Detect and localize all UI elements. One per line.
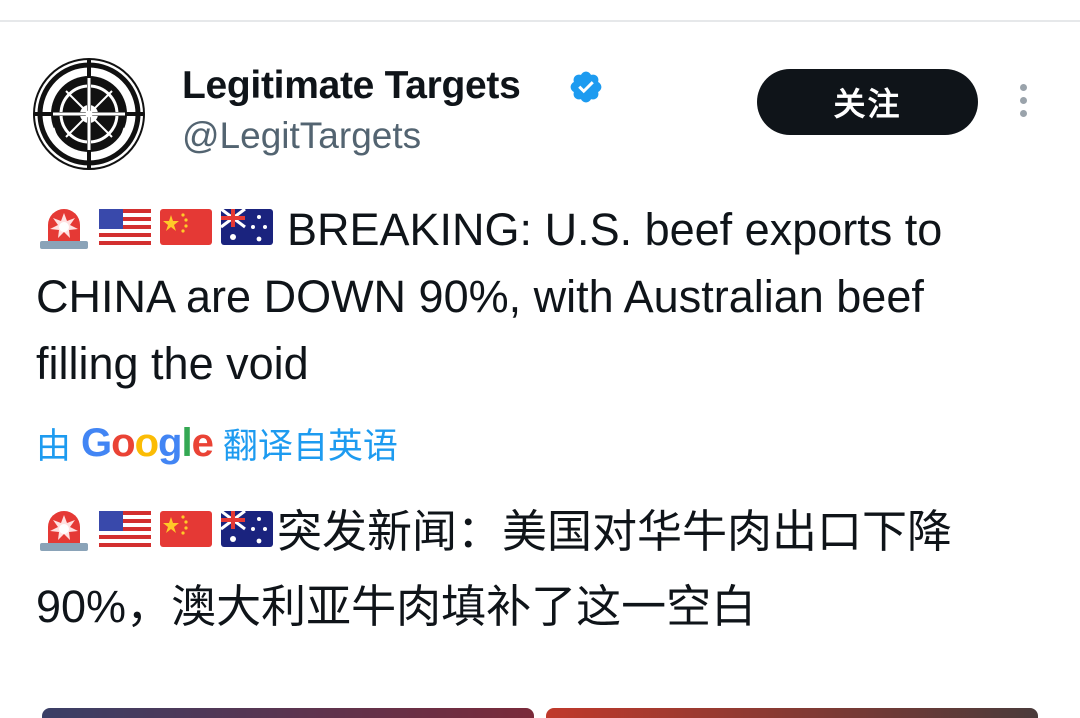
flag-cn-icon xyxy=(160,511,212,547)
police-light-icon xyxy=(40,511,88,551)
top-divider xyxy=(0,20,1080,22)
flag-us-icon xyxy=(99,511,151,547)
media-preview-left[interactable] xyxy=(42,708,534,718)
police-light-icon xyxy=(40,209,88,249)
google-logo: Google xyxy=(81,421,214,465)
avatar[interactable] xyxy=(33,58,145,170)
crosshair-wreath-emblem-icon xyxy=(33,58,145,170)
user-handle[interactable]: @LegitTargets xyxy=(182,115,421,157)
display-name[interactable]: Legitimate Targets xyxy=(182,64,521,108)
translation-suffix: 翻译自英语 xyxy=(222,427,398,466)
translation-prefix: 由 xyxy=(36,427,72,466)
media-preview-right[interactable] xyxy=(546,708,1038,718)
flag-au-icon xyxy=(220,207,273,245)
flag-au-icon xyxy=(220,509,273,547)
translation-attribution[interactable]: 由 Google 翻译自英语 xyxy=(36,418,398,469)
translated-text: 突发新闻：美国对华牛肉出口下降 90%，澳大利亚牛肉填补了这一空白 xyxy=(36,494,1046,644)
verified-badge-icon xyxy=(570,71,602,103)
emoji-group xyxy=(36,203,275,251)
flag-cn-icon xyxy=(160,209,212,245)
emoji-group-translated xyxy=(36,505,275,553)
flag-us-icon xyxy=(99,209,151,245)
more-options-icon[interactable] xyxy=(1012,84,1034,124)
tweet-text: BREAKING: U.S. beef exports to CHINA are… xyxy=(36,196,1036,397)
follow-button[interactable]: 关注 xyxy=(757,69,978,135)
